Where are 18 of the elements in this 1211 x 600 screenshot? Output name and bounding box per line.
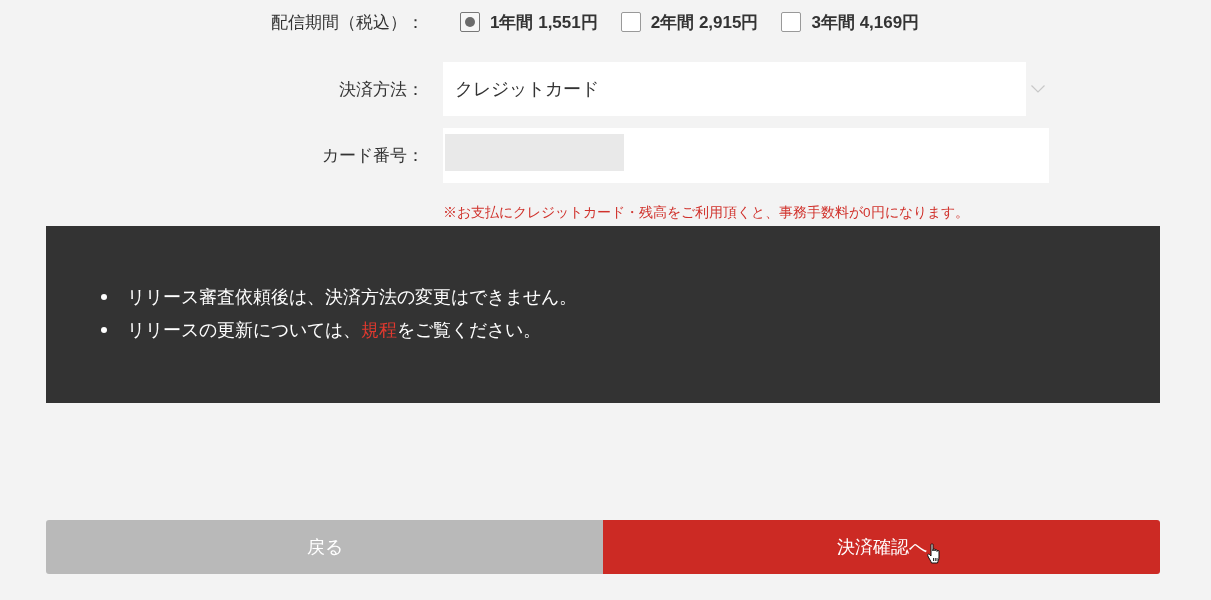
checkbox[interactable] [781,12,802,32]
checkbox[interactable] [460,12,480,32]
fee-note: ※お支払にクレジットカード・残高をご利用頂くと、事務手数料が0円になります。 [443,204,969,222]
bullet-icon [101,293,107,300]
option-label[interactable]: 1年間 1,551円 [490,10,598,34]
hand-pointer-icon [926,543,942,564]
field-label: カード番号： [322,145,424,167]
option-label[interactable]: 3年間 4,169円 [811,10,920,34]
chevron-down-icon[interactable] [1031,85,1045,93]
field-label: 配信期間（税込）： [271,11,424,34]
option-label[interactable]: 2年間 2,915円 [650,10,759,34]
bullet-icon [101,326,107,333]
notice-text: リリースの更新については、規程をご覧ください。 [127,318,541,342]
checkbox[interactable] [620,12,641,32]
notice-text: リリース審査依頼後は、決済方法の変更はできません。 [127,285,577,309]
confirm-payment-button[interactable]: 決済確認へ [603,520,1160,574]
payment-method-select[interactable]: クレジットカード [443,62,1026,116]
field-label: 決済方法： [339,78,424,101]
